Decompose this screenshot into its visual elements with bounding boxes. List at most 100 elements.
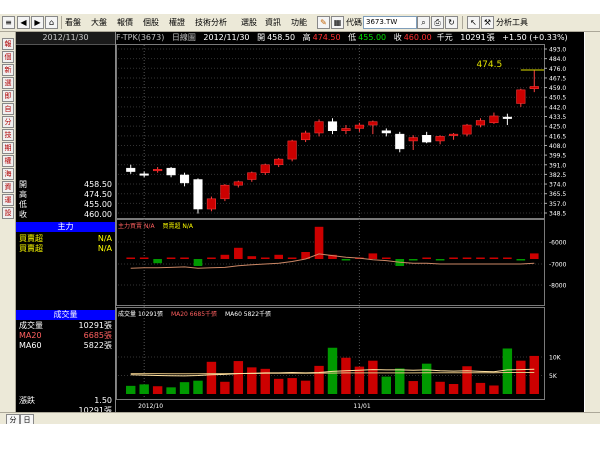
candle-body bbox=[435, 136, 445, 142]
toolbar-item-technical[interactable]: 技術分析 bbox=[195, 16, 227, 29]
volume-tick-label: 10K bbox=[549, 355, 562, 362]
volume-bar bbox=[408, 381, 418, 394]
indicator-bar bbox=[529, 253, 539, 259]
indicator-bar bbox=[180, 257, 189, 259]
ma60-label: MA60 bbox=[19, 341, 42, 350]
candle-body bbox=[233, 181, 243, 186]
indicator-bar bbox=[139, 257, 149, 259]
left-tab-1[interactable]: 個 bbox=[2, 51, 14, 63]
chart-area[interactable]: F-TPK(3673) 日線圖 2012/11/30 開 458.50 高 474.… bbox=[116, 32, 584, 412]
main-force-value-1: N/A bbox=[97, 234, 112, 243]
right-scrollbar[interactable] bbox=[585, 32, 600, 412]
candle-body bbox=[449, 133, 459, 136]
toolbar-item-screener[interactable]: 選股 bbox=[241, 16, 257, 29]
price-tick-label: 374.0 bbox=[549, 182, 566, 189]
indicator-bar bbox=[382, 257, 391, 259]
toolbar-item-quote[interactable]: 報價 bbox=[117, 16, 133, 29]
change-row: 漲跌 1.50 bbox=[19, 396, 112, 406]
high-row: 高 474.50 bbox=[19, 190, 112, 200]
print-icon[interactable]: ⎙ bbox=[431, 16, 444, 29]
indicator-tick-label: -6000 bbox=[549, 240, 567, 247]
candle-body bbox=[327, 121, 338, 131]
candle-body bbox=[381, 130, 391, 134]
tab-daily[interactable]: 日 bbox=[20, 414, 34, 424]
tab-minute[interactable]: 分 bbox=[6, 414, 20, 424]
indicator-bar bbox=[274, 254, 283, 259]
left-tab-10[interactable]: 海 bbox=[2, 168, 14, 180]
candle-body bbox=[395, 133, 405, 150]
toolbar-item-function[interactable]: 功能 bbox=[291, 16, 307, 29]
low-label: 低 bbox=[19, 200, 27, 209]
left-tab-6[interactable]: 分 bbox=[2, 116, 14, 128]
volume-tick-label: 5K bbox=[549, 373, 558, 380]
volume-bar bbox=[314, 365, 324, 394]
price-tick-label: 459.0 bbox=[549, 85, 566, 92]
main-force-value-2: N/A bbox=[97, 244, 112, 253]
open-label: 開 bbox=[19, 180, 27, 189]
indicator-bar bbox=[476, 257, 485, 259]
candle-body bbox=[462, 124, 472, 135]
left-tab-4[interactable]: 即 bbox=[2, 90, 14, 102]
indicator-bar bbox=[287, 257, 297, 259]
candle-body bbox=[489, 115, 499, 124]
indicator-line bbox=[130, 253, 535, 269]
price-tick-label: 467.5 bbox=[549, 75, 566, 82]
open-row: 開 458.50 bbox=[19, 180, 112, 190]
back-icon[interactable]: ◀ bbox=[17, 16, 30, 29]
x-axis-label: 11/01 bbox=[353, 403, 370, 410]
price-tick-label: 365.5 bbox=[549, 191, 566, 198]
left-tab-8[interactable]: 期 bbox=[2, 142, 14, 154]
price-tick-label: 348.5 bbox=[549, 211, 566, 218]
price-tick-label: 442.0 bbox=[549, 104, 566, 111]
left-tab-3[interactable]: 選 bbox=[2, 77, 14, 89]
toolbar-item-watch[interactable]: 看盤 bbox=[65, 16, 81, 29]
candle-body bbox=[153, 169, 163, 172]
volume-bar bbox=[206, 361, 217, 394]
edit-icon[interactable]: ✎ bbox=[317, 16, 330, 29]
refresh-icon[interactable]: ↻ bbox=[445, 16, 458, 29]
volume-bar bbox=[529, 355, 539, 394]
left-tab-11[interactable]: 資 bbox=[2, 181, 14, 193]
toolbar-item-info[interactable]: 資訊 bbox=[265, 16, 281, 29]
chart-icon[interactable]: ▦ bbox=[331, 16, 344, 29]
indicator-bar bbox=[516, 259, 526, 261]
price-tick-label: 484.0 bbox=[549, 56, 566, 63]
main-force-label-2: 買賣超 bbox=[19, 244, 43, 253]
volume-bar bbox=[233, 361, 244, 394]
left-tab-0[interactable]: 報 bbox=[2, 38, 14, 50]
tools-icon[interactable]: ⚒ bbox=[481, 16, 494, 29]
left-tab-7[interactable]: 技 bbox=[2, 129, 14, 141]
left-tab-9[interactable]: 權 bbox=[2, 155, 14, 167]
left-tab-2[interactable]: 新 bbox=[2, 64, 14, 76]
volume-bar bbox=[139, 384, 149, 394]
menu-icon[interactable]: ≡ bbox=[2, 16, 15, 29]
indicator-bar bbox=[462, 257, 472, 259]
annotation-label: 474.5 bbox=[476, 60, 502, 70]
volume-bar bbox=[381, 376, 392, 394]
low-row: 低 455.00 bbox=[19, 200, 112, 210]
volume-bar bbox=[516, 360, 526, 394]
forward-icon[interactable]: ▶ bbox=[31, 16, 44, 29]
left-tab-13[interactable]: 設 bbox=[2, 207, 14, 219]
candle-body bbox=[354, 124, 364, 129]
left-tab-12[interactable]: 運 bbox=[2, 194, 14, 206]
volume-row: 成交量 10291張 bbox=[19, 321, 112, 331]
main-toolbar: ≡ ◀ ▶ ⌂ 看盤 大盤 報價 個股 權證 技術分析 選股 資訊 功能 ✎ ▦… bbox=[0, 14, 600, 32]
cursor-icon[interactable]: ↖ bbox=[467, 16, 480, 29]
candle-body bbox=[368, 121, 378, 126]
home-icon[interactable]: ⌂ bbox=[45, 16, 58, 29]
candle-body bbox=[314, 121, 324, 134]
toolbar-item-stock[interactable]: 個股 bbox=[143, 16, 159, 29]
search-icon[interactable]: ⌕ bbox=[417, 16, 430, 29]
candle-body bbox=[139, 173, 149, 176]
stock-code-input[interactable]: 3673.TW bbox=[363, 16, 417, 29]
high-label: 高 bbox=[19, 190, 27, 199]
toolbar-item-warrant[interactable]: 權證 bbox=[169, 16, 185, 29]
toolbar-item-market[interactable]: 大盤 bbox=[91, 16, 107, 29]
candle-body bbox=[274, 158, 284, 166]
volume-bar bbox=[395, 368, 405, 394]
analysis-tool-button[interactable]: 分析工具 bbox=[496, 16, 528, 29]
indicator-bar bbox=[503, 257, 512, 259]
indicator-bar bbox=[207, 257, 216, 259]
left-tab-5[interactable]: 自 bbox=[2, 103, 14, 115]
